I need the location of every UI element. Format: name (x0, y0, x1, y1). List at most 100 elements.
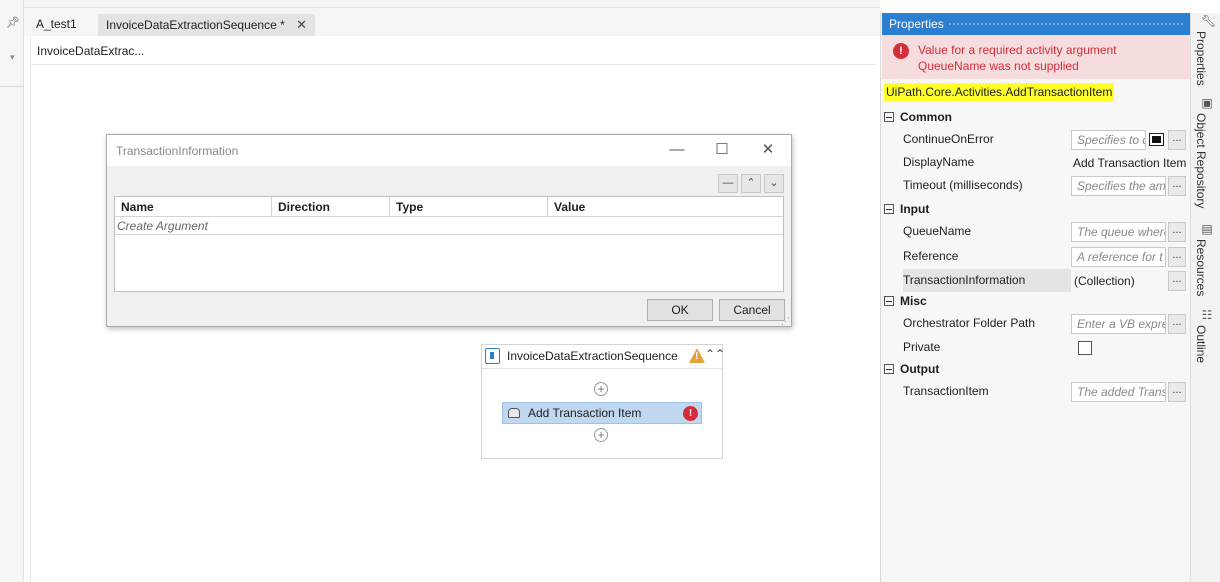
document-tab-bar: A_test1 InvoiceDataExtractionSequence * … (24, 8, 880, 36)
property-private: Private (898, 336, 1188, 359)
property-name: DisplayName (903, 151, 1071, 174)
dialog-title: TransactionInformation (116, 144, 239, 158)
chevron-down-icon[interactable]: ▾ (10, 52, 15, 63)
category-misc[interactable]: Misc (884, 291, 1189, 311)
column-header-type[interactable]: Type (390, 197, 548, 217)
dialog-titlebar[interactable]: TransactionInformation — ☐ ✕ (107, 135, 791, 166)
property-value-input[interactable]: (Collection) (1071, 271, 1166, 291)
ok-button[interactable]: OK (647, 299, 713, 321)
top-border (24, 0, 880, 8)
collapse-icon[interactable] (884, 296, 894, 306)
property-transaction-item: TransactionItem The added Trans ... (898, 380, 1188, 403)
drag-handle[interactable] (948, 22, 1184, 27)
add-transaction-item-activity[interactable]: Add Transaction Item ! (502, 402, 702, 424)
left-panel-strip: 📌︎ ▾ (0, 0, 24, 582)
warning-icon: ! (689, 348, 705, 363)
breadcrumb-item[interactable]: InvoiceDataExtrac... (37, 44, 144, 58)
sidebar-tab-resources[interactable]: Resources (1194, 239, 1208, 296)
error-icon: ! (893, 43, 909, 59)
property-continue-on-error: ContinueOnError Specifies to c ... (898, 128, 1188, 151)
properties-panel: Properties ! Value for a required activi… (880, 13, 1190, 582)
property-orchestrator-folder-path: Orchestrator Folder Path Enter a VB expr… (898, 312, 1188, 335)
property-value-input[interactable]: Specifies the am (1071, 176, 1166, 196)
category-label: Misc (900, 294, 927, 308)
resize-grip-icon[interactable]: ⋰ (781, 317, 790, 326)
add-activity-icon[interactable]: + (594, 428, 608, 442)
property-value-input[interactable]: Specifies to c (1071, 130, 1146, 150)
property-name: ContinueOnError (903, 128, 1071, 151)
sidebar-tab-properties[interactable]: Properties (1194, 31, 1208, 86)
move-up-icon[interactable]: ⌃ (741, 174, 761, 193)
validation-error-banner: ! Value for a required activity argument… (882, 35, 1190, 79)
object-repository-icon: ▣ (1201, 96, 1213, 110)
delete-argument-icon[interactable]: — (718, 174, 738, 193)
breadcrumb: InvoiceDataExtrac... (31, 37, 876, 65)
tab-a-test1[interactable]: A_test1 (28, 14, 85, 36)
divider (0, 86, 24, 87)
minimize-icon[interactable]: — (662, 139, 692, 161)
panel-title-text: Properties (889, 17, 944, 31)
property-name: TransactionItem (903, 380, 1071, 403)
move-down-icon[interactable]: ⌄ (764, 174, 784, 193)
activity-label: Add Transaction Item (528, 406, 642, 420)
close-icon[interactable]: ✕ (753, 139, 783, 161)
collapse-icon[interactable] (884, 364, 894, 374)
resources-icon: ▤ (1201, 222, 1213, 236)
property-value-input[interactable]: Enter a VB expre (1071, 314, 1166, 334)
ellipsis-button[interactable]: ... (1168, 247, 1186, 267)
maximize-icon[interactable]: ☐ (707, 139, 737, 161)
category-label: Input (900, 202, 930, 216)
collapse-icon[interactable]: ⌃⌃ (705, 347, 725, 361)
category-output[interactable]: Output (884, 359, 1189, 379)
property-queue-name: QueueName The queue where ... (898, 220, 1188, 243)
category-input[interactable]: Input (884, 199, 1189, 219)
ellipsis-button[interactable]: ... (1168, 222, 1186, 242)
checkbox-icon[interactable] (1149, 133, 1164, 146)
category-label: Common (900, 110, 952, 124)
collapse-icon[interactable] (884, 112, 894, 122)
panel-title[interactable]: Properties (882, 13, 1190, 35)
category-label: Output (900, 362, 940, 376)
create-argument-row[interactable]: Create Argument (115, 218, 783, 235)
error-icon: ! (683, 406, 698, 421)
sequence-activity[interactable]: InvoiceDataExtractionSequence ! ⌃⌃ + Add… (481, 344, 725, 459)
sequence-header: InvoiceDataExtractionSequence ! ⌃⌃ (482, 345, 725, 369)
property-name: Reference (903, 245, 1071, 268)
property-value-input[interactable]: Add Transaction Item (1071, 153, 1188, 173)
property-reference: Reference A reference for t ... (898, 245, 1188, 268)
sidebar-tab-outline[interactable]: Outline (1194, 325, 1208, 363)
close-icon[interactable]: ✕ (296, 17, 307, 32)
ellipsis-button[interactable]: ... (1168, 271, 1186, 291)
pin-icon[interactable]: 📌︎ (6, 16, 20, 29)
cancel-button[interactable]: Cancel (719, 299, 785, 321)
property-name: Orchestrator Folder Path (903, 312, 1071, 335)
category-common[interactable]: Common (884, 107, 1189, 127)
sequence-icon (485, 348, 500, 364)
sidebar-tab-object-repository[interactable]: Object Repository (1194, 113, 1208, 208)
property-value-input[interactable]: A reference for t (1071, 247, 1166, 267)
ellipsis-button[interactable]: ... (1168, 382, 1186, 402)
collapse-icon[interactable] (884, 204, 894, 214)
error-message: Value for a required activity argument Q… (918, 43, 1117, 73)
ellipsis-button[interactable]: ... (1168, 130, 1186, 150)
activity-type-name: UiPath.Core.Activities.AddTransactionIte… (884, 83, 1115, 101)
column-header-value[interactable]: Value (548, 197, 783, 217)
property-name: QueueName (903, 220, 1071, 243)
ellipsis-button[interactable]: ... (1168, 314, 1186, 334)
property-value-input[interactable]: The queue where (1071, 222, 1166, 242)
tab-invoice-data-extraction-sequence[interactable]: InvoiceDataExtractionSequence * ✕ (98, 14, 316, 36)
column-header-direction[interactable]: Direction (272, 197, 390, 217)
column-header-name[interactable]: Name (115, 197, 272, 217)
property-display-name: DisplayName Add Transaction Item (898, 151, 1188, 174)
dialog-toolbar: — ⌃ ⌄ (107, 168, 791, 194)
tab-label: InvoiceDataExtractionSequence * (106, 18, 285, 32)
right-sidebar: 🔧︎ Properties ▣ Object Repository ▤ Reso… (1190, 13, 1220, 582)
add-activity-icon[interactable]: + (594, 382, 608, 396)
private-checkbox[interactable] (1078, 341, 1092, 355)
property-value-input[interactable]: The added Trans (1071, 382, 1166, 402)
property-timeout: Timeout (milliseconds) Specifies the am … (898, 174, 1188, 197)
ellipsis-button[interactable]: ... (1168, 176, 1186, 196)
property-name: Timeout (milliseconds) (903, 174, 1071, 197)
grid-header: Name Direction Type Value (115, 197, 783, 217)
property-name: TransactionInformation (903, 269, 1071, 292)
